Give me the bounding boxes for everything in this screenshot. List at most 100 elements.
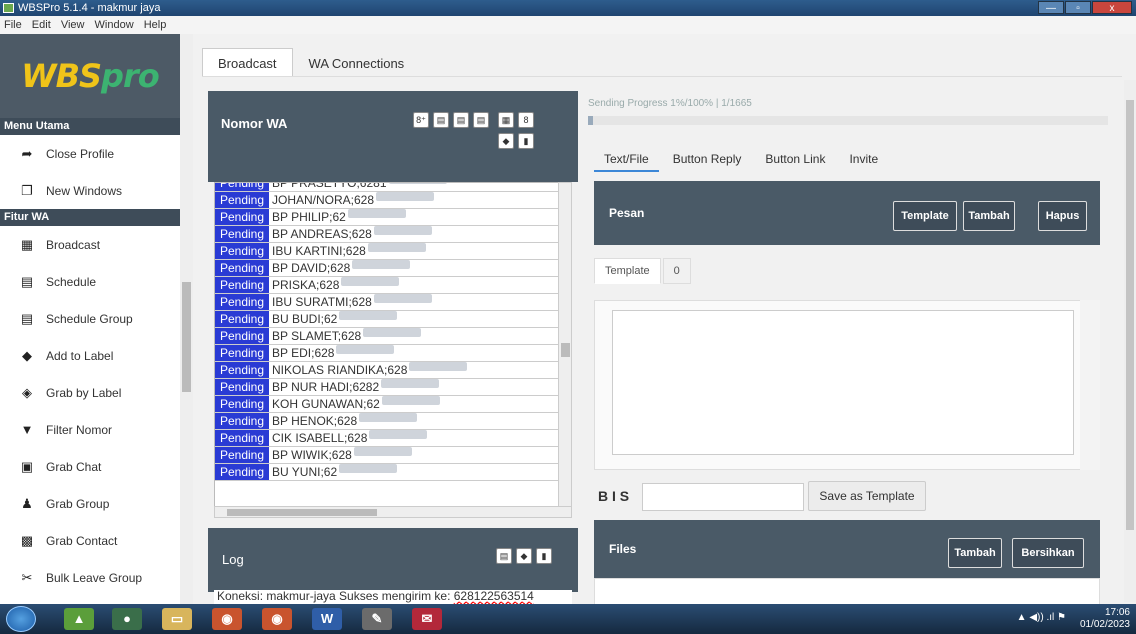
- number-row[interactable]: Pending BP EDI;628: [215, 345, 558, 362]
- log-chat-button[interactable]: ◆: [516, 548, 532, 564]
- clear-log-button[interactable]: ▮: [536, 548, 552, 564]
- editor-scrollbar[interactable]: [1080, 300, 1100, 470]
- number-row[interactable]: Pending BP WIWIK;628: [215, 447, 558, 464]
- number-list-scrollbar[interactable]: [558, 182, 572, 508]
- paint-icon[interactable]: ✎: [362, 608, 392, 630]
- sidebar-item-grab-group[interactable]: ♟ Grab Group: [0, 485, 180, 522]
- sidebar-scrollbar[interactable]: [180, 34, 193, 604]
- number-row[interactable]: Pending IBU SURATMI;628: [215, 294, 558, 311]
- chrome-icon[interactable]: ◉: [212, 608, 242, 630]
- sidebar-scroll-thumb[interactable]: [182, 282, 191, 392]
- tab-button-reply[interactable]: Button Reply: [663, 148, 752, 172]
- tab-wa-connections[interactable]: WA Connections: [293, 48, 421, 76]
- number-row[interactable]: Pending BP HENOK;628: [215, 413, 558, 430]
- dedupe-button[interactable]: 8: [518, 112, 534, 128]
- number-row[interactable]: Pending BU BUDI;62: [215, 311, 558, 328]
- sidebar-item-bulk-leave-group[interactable]: ✂ Bulk Leave Group: [0, 559, 180, 596]
- number-list-hscrollbar[interactable]: [214, 506, 572, 518]
- label-button[interactable]: ◆: [498, 133, 514, 149]
- minimize-button[interactable]: —: [1038, 1, 1064, 14]
- sidebar-item-broadcast[interactable]: ▦ Broadcast: [0, 226, 180, 263]
- taskbar-app-icon[interactable]: ▲: [64, 608, 94, 630]
- tab-invite[interactable]: Invite: [839, 148, 888, 172]
- number-row[interactable]: Pending BP PHILIP;62: [215, 209, 558, 226]
- message-textarea[interactable]: [612, 310, 1074, 455]
- number-row[interactable]: Pending BP DAVID;628: [215, 260, 558, 277]
- pesan-panel: Pesan Template Tambah Hapus: [594, 181, 1100, 245]
- number-row[interactable]: Pending BP NUR HADI;6282: [215, 379, 558, 396]
- number-label: BU YUNI;62: [272, 465, 338, 479]
- number-label: BP ANDREAS;628: [272, 227, 372, 241]
- redacted-digits: [381, 379, 440, 388]
- import-file-button[interactable]: ▤: [433, 112, 449, 128]
- delete-numbers-button[interactable]: ▮: [518, 133, 534, 149]
- number-row[interactable]: Pending CIK ISABELL;628: [215, 430, 558, 447]
- main-scrollbar[interactable]: [1124, 80, 1136, 602]
- tags-icon: ◈: [22, 384, 32, 400]
- tag-icon: ◆: [22, 347, 32, 363]
- sidebar-item-filter-nomor[interactable]: ▼ Filter Nomor: [0, 411, 180, 448]
- close-window-button[interactable]: x: [1092, 1, 1132, 14]
- import-excel-button[interactable]: ▤: [453, 112, 469, 128]
- maximize-button[interactable]: ▫: [1065, 1, 1091, 14]
- tray-clock[interactable]: 17:06 01/02/2023: [1080, 607, 1130, 631]
- main-scroll-thumb[interactable]: [1126, 100, 1134, 530]
- taskbar-owl-icon[interactable]: ●: [112, 608, 142, 630]
- google-plus-button[interactable]: 8⁺: [413, 112, 429, 128]
- sign-out-icon: ➦: [21, 145, 33, 161]
- sidebar-item-schedule-group[interactable]: ▤ Schedule Group: [0, 300, 180, 337]
- tray-icons[interactable]: ▲ ◀)) .ıl ⚑: [1017, 612, 1066, 623]
- tab-button-link[interactable]: Button Link: [755, 148, 835, 172]
- number-row[interactable]: Pending BU YUNI;62: [215, 464, 558, 481]
- sidebar-item-schedule[interactable]: ▤ Schedule: [0, 263, 180, 300]
- template-button[interactable]: Template: [893, 201, 957, 231]
- sidebar-item-grab-by-label[interactable]: ◈ Grab by Label: [0, 374, 180, 411]
- sidebar-item-grab-chat[interactable]: ▣ Grab Chat: [0, 448, 180, 485]
- tab-text-file[interactable]: Text/File: [594, 148, 659, 172]
- log-text: Koneksi: makmur-jaya Sukses mengirim ke:…: [214, 590, 572, 604]
- number-list-hscroll-thumb[interactable]: [227, 509, 377, 516]
- format-toolbar[interactable]: B I S: [598, 488, 629, 504]
- number-row[interactable]: Pending PRISKA;628: [215, 277, 558, 294]
- number-row[interactable]: Pending KOH GUNAWAN;62: [215, 396, 558, 413]
- number-row[interactable]: Pending BP PRASETYO;6281: [215, 183, 558, 192]
- export-file-button[interactable]: ▤: [473, 112, 489, 128]
- grid-view-button[interactable]: ▦: [498, 112, 514, 128]
- number-row[interactable]: Pending BP SLAMET;628: [215, 328, 558, 345]
- files-title: Files: [609, 542, 637, 556]
- tambah-file-button[interactable]: Tambah: [948, 538, 1002, 568]
- chrome-icon-2[interactable]: ◉: [262, 608, 292, 630]
- menu-help[interactable]: Help: [144, 19, 167, 31]
- tab-template[interactable]: Template: [594, 258, 661, 284]
- sidebar-item-grab-contact[interactable]: ▩ Grab Contact: [0, 522, 180, 559]
- number-row[interactable]: Pending IBU KARTINI;628: [215, 243, 558, 260]
- save-log-button[interactable]: ▤: [496, 548, 512, 564]
- template-name-input[interactable]: [642, 483, 804, 511]
- tab-broadcast[interactable]: Broadcast: [202, 48, 293, 76]
- sidebar-item-add-to-label[interactable]: ◆ Add to Label: [0, 337, 180, 374]
- sidebar-item-new-windows[interactable]: ❐ New Windows: [0, 172, 180, 209]
- bersihkan-file-button[interactable]: Bersihkan: [1012, 538, 1084, 568]
- tab-template-0[interactable]: 0: [662, 258, 691, 284]
- number-list[interactable]: Pending BP PRASETYO;6281 Pending JOHAN/NORA…: [214, 182, 559, 508]
- sidebar-item-close-profile[interactable]: ➦ Close Profile: [0, 135, 180, 172]
- menu-file[interactable]: File: [4, 19, 22, 31]
- wbspro-taskbar-icon[interactable]: ✉: [412, 608, 442, 630]
- start-button[interactable]: [6, 606, 36, 632]
- menu-view[interactable]: View: [61, 19, 85, 31]
- word-icon[interactable]: W: [312, 608, 342, 630]
- number-row[interactable]: Pending BP ANDREAS;628: [215, 226, 558, 243]
- folder-icon[interactable]: ▭: [162, 608, 192, 630]
- number-row[interactable]: Pending JOHAN/NORA;628: [215, 192, 558, 209]
- redacted-digits: [352, 260, 411, 269]
- redacted-digits: [381, 396, 440, 405]
- menu-edit[interactable]: Edit: [32, 19, 51, 31]
- hapus-pesan-button[interactable]: Hapus: [1038, 201, 1087, 231]
- menu-window[interactable]: Window: [95, 19, 134, 31]
- tambah-pesan-button[interactable]: Tambah: [963, 201, 1015, 231]
- redacted-digits: [341, 277, 400, 286]
- number-list-scroll-thumb[interactable]: [561, 343, 570, 357]
- files-list[interactable]: [594, 578, 1100, 606]
- number-row[interactable]: Pending NIKOLAS RIANDIKA;628: [215, 362, 558, 379]
- save-as-template-button[interactable]: Save as Template: [808, 481, 926, 511]
